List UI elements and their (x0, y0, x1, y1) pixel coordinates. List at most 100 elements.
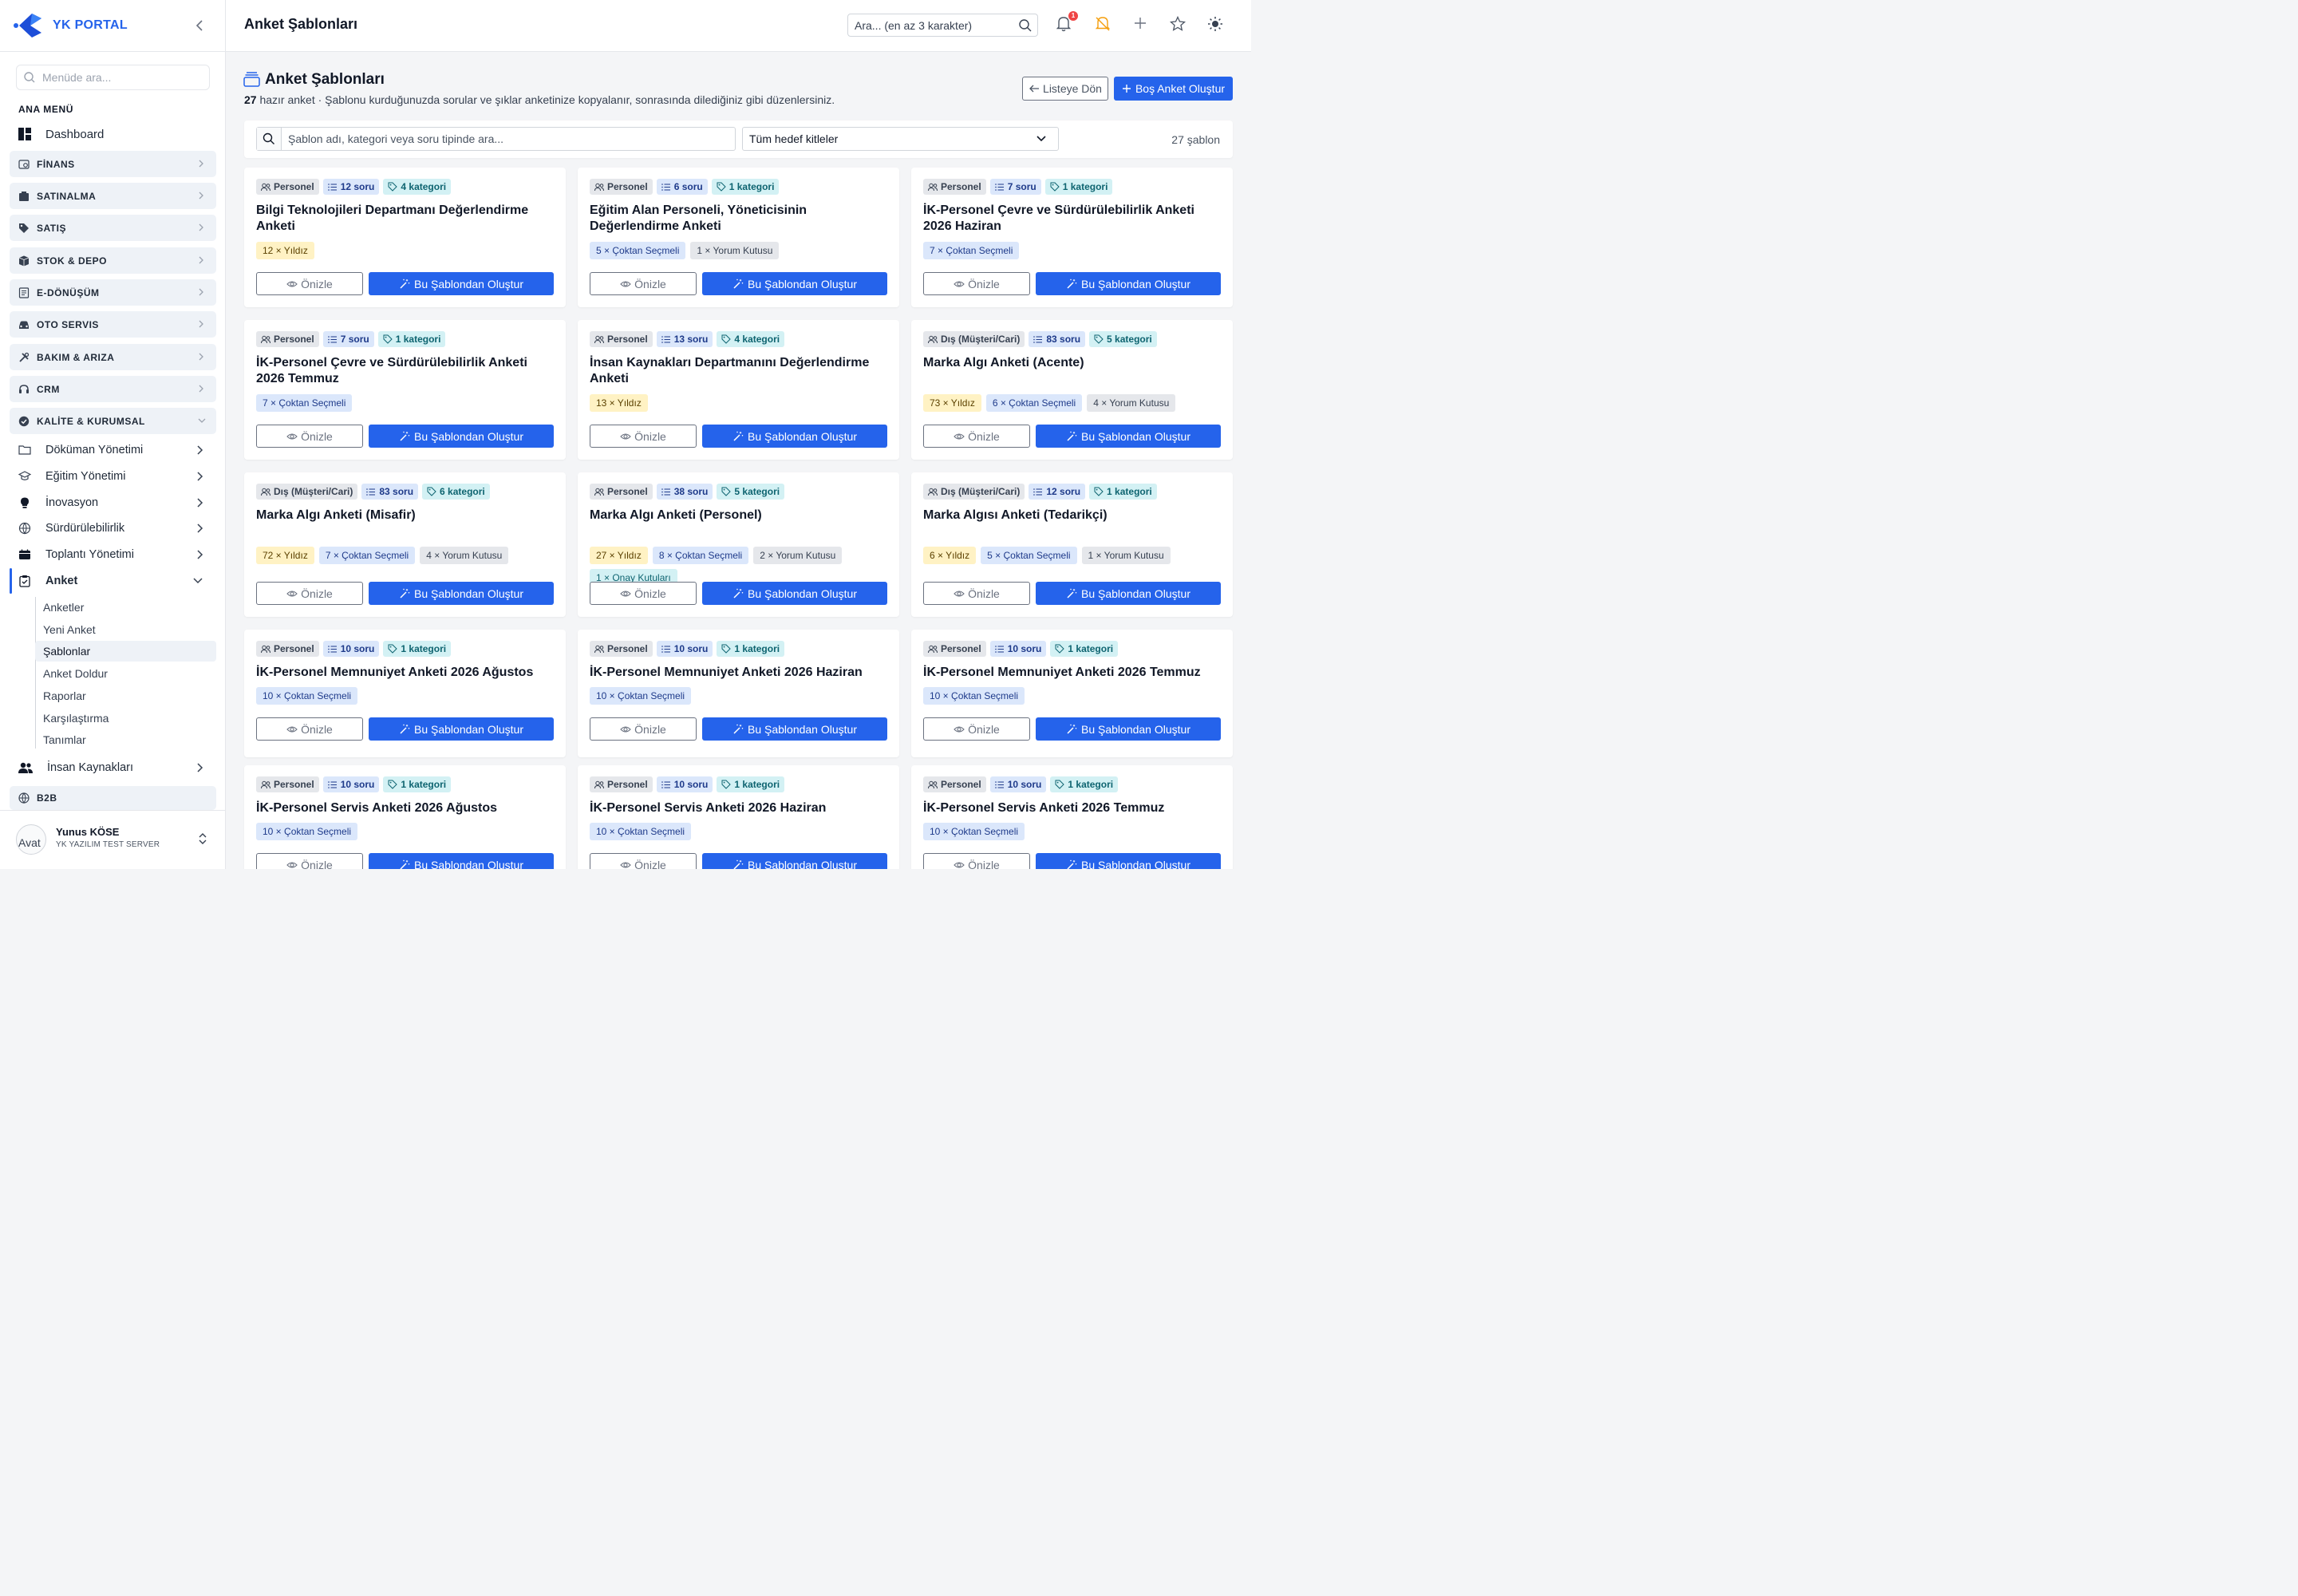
create-from-template-button[interactable]: Bu Şablondan Oluştur (1036, 717, 1221, 741)
sidebar-group-6[interactable]: OTO SERVIS (10, 311, 216, 338)
preview-label: Önizle (301, 587, 333, 600)
preview-button[interactable]: Önizle (256, 272, 363, 295)
magic-wand-icon (733, 279, 744, 289)
preview-button[interactable]: Önizle (256, 582, 363, 605)
sidebar-item-1[interactable]: Döküman Yönetimi (18, 439, 216, 461)
global-search-input[interactable]: Ara... (en az 3 karakter) (847, 14, 1038, 37)
bell-off-icon[interactable] (1095, 16, 1111, 32)
star-icon[interactable] (1170, 16, 1186, 32)
template-card: Dış (Müşteri/Cari) 83 soru 6 kategori Marka… (244, 472, 566, 617)
sidebar-group-1[interactable]: FİNANS (10, 151, 216, 177)
sidebar-item-5[interactable]: Toplantı Yönetimi (18, 543, 216, 566)
sidebar-group-7[interactable]: BAKIM & ARIZA (10, 344, 216, 370)
preview-button[interactable]: Önizle (256, 853, 363, 869)
chevron-down-icon (1036, 136, 1046, 142)
sidebar-item-3[interactable]: İnovasyon (18, 492, 216, 514)
template-card: Dış (Müşteri/Cari) 83 soru 5 kategori Marka… (911, 320, 1233, 460)
preview-button[interactable]: Önizle (923, 582, 1030, 605)
collapse-sidebar-icon[interactable] (192, 16, 207, 35)
question-type-chip: 10 × Çoktan Seçmeli (590, 687, 692, 705)
question-count-badge: 7 soru (322, 331, 374, 347)
sidebar-group-8[interactable]: CRM (10, 376, 216, 402)
chevron-updown-icon[interactable] (198, 832, 207, 845)
category-count: 1 kategori (728, 181, 775, 192)
user-server: YK YAZILIM TEST SERVER (56, 840, 160, 849)
create-from-template-button[interactable]: Bu Şablondan Oluştur (702, 717, 887, 741)
preview-button[interactable]: Önizle (590, 853, 697, 869)
create-from-template-button[interactable]: Bu Şablondan Oluştur (1036, 272, 1221, 295)
page-title: Anket Şablonları (244, 16, 358, 32)
question-type-chips: 7 × Çoktan Seçmeli (256, 394, 559, 412)
create-from-template-button[interactable]: Bu Şablondan Oluştur (1036, 853, 1221, 869)
sidebar-group-2[interactable]: SATINALMA (10, 183, 216, 209)
create-from-template-button[interactable]: Bu Şablondan Oluştur (1036, 582, 1221, 605)
preview-button[interactable]: Önizle (923, 272, 1030, 295)
user-menu[interactable]: Avat Yunus KÖSE YK YAZILIM TEST SERVER (0, 810, 226, 869)
audience-badge: Dış (Müşteri/Cari) (923, 331, 1025, 347)
create-label: Bu Şablondan Oluştur (1081, 429, 1190, 443)
question-count-badge: 7 soru (989, 179, 1041, 195)
sidebar-group-label: KALİTE & KURUMSAL (37, 415, 145, 427)
create-from-template-button[interactable]: Bu Şablondan Oluştur (702, 582, 887, 605)
create-from-template-button[interactable]: Bu Şablondan Oluştur (702, 272, 887, 295)
preview-button[interactable]: Önizle (590, 272, 697, 295)
create-label: Bu Şablondan Oluştur (748, 722, 857, 736)
template-badges: Personel 10 soru 1 kategori (256, 641, 452, 657)
preview-button[interactable]: Önizle (256, 425, 363, 448)
question-count: 6 soru (673, 181, 703, 192)
magic-wand-icon (400, 859, 410, 869)
menu-search-input[interactable]: Menüde ara... (16, 65, 210, 90)
sidebar-subitem-5[interactable]: Raporlar (35, 685, 216, 706)
sidebar-group-4[interactable]: STOK & DEPO (10, 247, 216, 274)
create-from-template-button[interactable]: Bu Şablondan Oluştur (702, 853, 887, 869)
sidebar-item-hr[interactable]: İnsan Kaynakları (18, 757, 216, 779)
create-from-template-button[interactable]: Bu Şablondan Oluştur (369, 425, 554, 448)
create-label: Bu Şablondan Oluştur (414, 587, 523, 600)
sidebar-group-3[interactable]: SATIŞ (10, 215, 216, 241)
create-from-template-button[interactable]: Bu Şablondan Oluştur (369, 717, 554, 741)
preview-button[interactable]: Önizle (590, 425, 697, 448)
users-icon (261, 488, 270, 496)
sidebar-subitem-6[interactable]: Karşılaştırma (35, 708, 216, 729)
sidebar-subitem-1[interactable]: Anketler (35, 597, 216, 618)
sidebar-subitem-7[interactable]: Tanımlar (35, 729, 216, 750)
create-label: Bu Şablondan Oluştur (1081, 587, 1190, 600)
sidebar-subitem-2[interactable]: Yeni Anket (35, 619, 216, 640)
question-count-badge: 83 soru (1029, 331, 1086, 347)
back-to-list-button[interactable]: Listeye Dön (1022, 77, 1108, 101)
sidebar-group-5[interactable]: E-DÖNÜŞÜM (10, 279, 216, 306)
create-from-template-button[interactable]: Bu Şablondan Oluştur (1036, 425, 1221, 448)
question-count: 10 soru (1007, 643, 1042, 654)
sidebar-item-4[interactable]: Sürdürülebilirlik (18, 517, 216, 539)
preview-button[interactable]: Önizle (923, 853, 1030, 869)
preview-button[interactable]: Önizle (923, 717, 1030, 741)
preview-label: Önizle (968, 587, 1000, 600)
template-search-input[interactable]: Şablon adı, kategori veya soru tipinde a… (256, 127, 736, 151)
sidebar-group-9[interactable]: KALİTE & KURUMSAL (10, 408, 216, 434)
category-count-badge: 1 kategori (1089, 484, 1157, 500)
sidebar-item-dashboard[interactable]: Dashboard (18, 124, 216, 144)
sidebar-subitem-4[interactable]: Anket Doldur (35, 663, 216, 684)
sun-icon[interactable] (1207, 16, 1223, 32)
question-count-badge: 10 soru (989, 776, 1047, 792)
create-from-template-button[interactable]: Bu Şablondan Oluştur (369, 582, 554, 605)
tag-icon (1094, 487, 1104, 496)
create-blank-survey-button[interactable]: Boş Anket Oluştur (1114, 77, 1233, 101)
create-from-template-button[interactable]: Bu Şablondan Oluştur (369, 272, 554, 295)
sidebar-item-6[interactable]: Anket (18, 570, 216, 592)
create-from-template-button[interactable]: Bu Şablondan Oluştur (702, 425, 887, 448)
search-icon[interactable] (1018, 18, 1033, 33)
question-count-badge: 10 soru (656, 776, 713, 792)
preview-button[interactable]: Önizle (256, 717, 363, 741)
sidebar-item-2[interactable]: Eğitim Yönetimi (18, 465, 216, 488)
audience-select[interactable]: Tüm hedef kitleler (742, 127, 1059, 151)
question-type-chips: 6 × Yıldız 5 × Çoktan Seçmeli 1 × Yorum Ku… (923, 547, 1226, 564)
preview-button[interactable]: Önizle (590, 582, 697, 605)
sidebar-subitem-3[interactable]: Şablonlar (35, 641, 216, 662)
preview-button[interactable]: Önizle (590, 717, 697, 741)
preview-button[interactable]: Önizle (923, 425, 1030, 448)
sidebar-group-b2b[interactable]: B2B (10, 786, 216, 810)
question-type-chips: 10 × Çoktan Seçmeli (923, 687, 1226, 705)
create-from-template-button[interactable]: Bu Şablondan Oluştur (369, 853, 554, 869)
plus-icon[interactable] (1133, 16, 1147, 30)
